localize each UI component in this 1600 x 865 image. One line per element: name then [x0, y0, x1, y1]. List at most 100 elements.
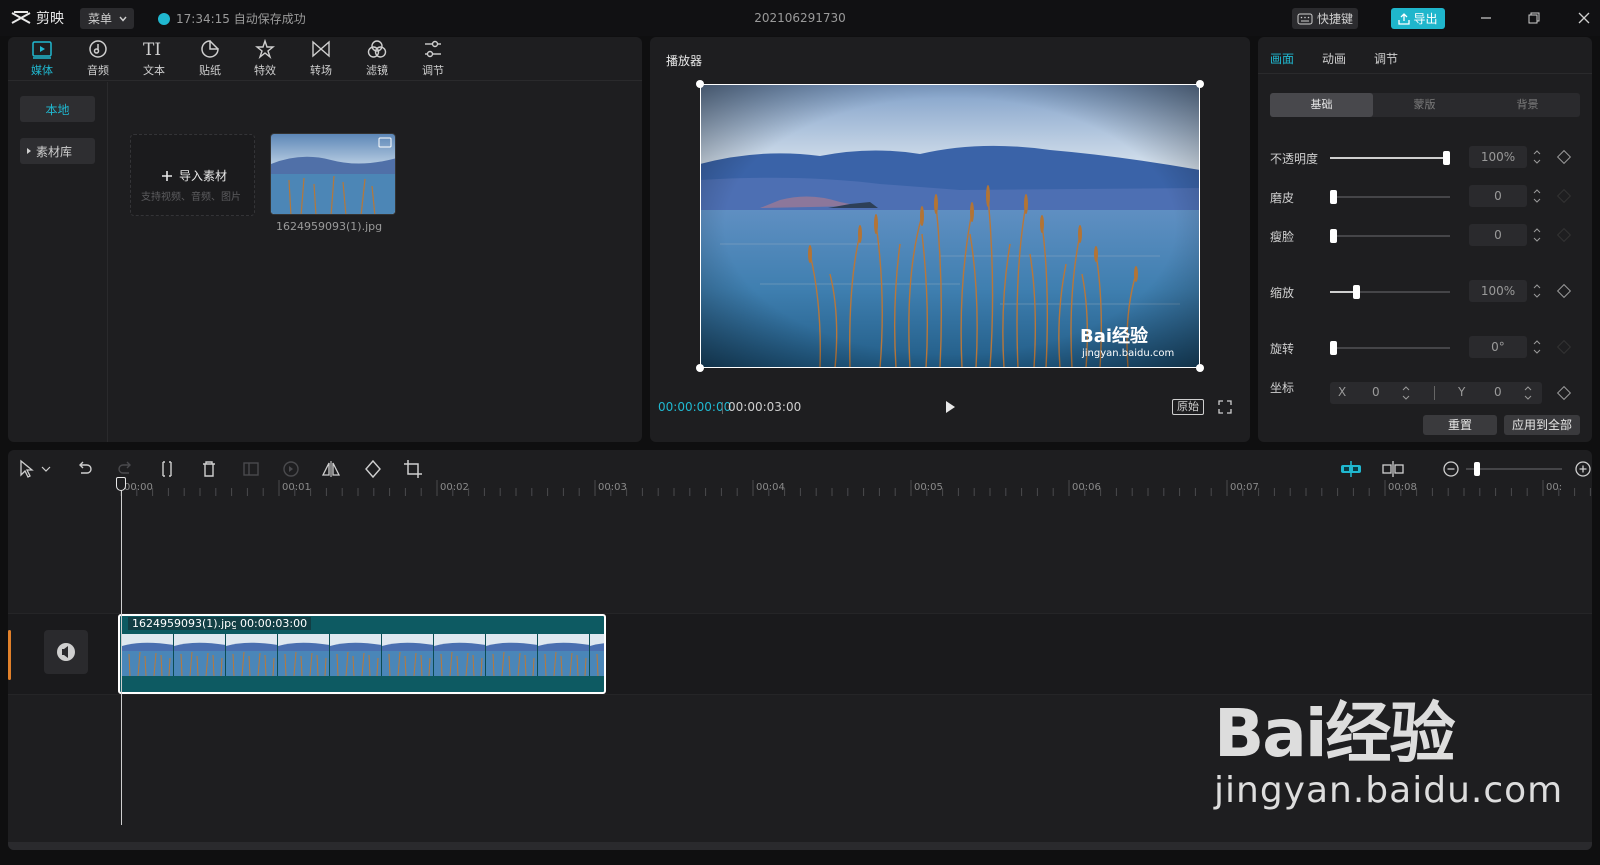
- keyboard-icon: [1297, 13, 1313, 25]
- tab-media[interactable]: 媒体: [19, 39, 65, 81]
- crop-icon[interactable]: [402, 458, 424, 480]
- rotate-slider[interactable]: [1330, 341, 1450, 355]
- svg-text:TI: TI: [143, 40, 161, 59]
- opacity-input[interactable]: 100%: [1469, 146, 1527, 168]
- resize-handle[interactable]: [1196, 364, 1204, 372]
- slider-knob[interactable]: [1443, 151, 1450, 165]
- resize-handle[interactable]: [696, 364, 704, 372]
- resize-handle[interactable]: [1196, 80, 1204, 88]
- keyframe-icon[interactable]: [1556, 149, 1572, 165]
- time-ruler[interactable]: [8, 480, 1592, 496]
- face-slim-slider[interactable]: [1330, 229, 1450, 243]
- scale-input[interactable]: 100%: [1469, 280, 1527, 302]
- chevron-down-icon[interactable]: [40, 458, 52, 480]
- stepper-icon[interactable]: [1531, 224, 1543, 246]
- media-thumbnail[interactable]: [270, 133, 396, 215]
- apply-all-button[interactable]: 应用到全部: [1504, 415, 1580, 435]
- import-media-box[interactable]: 导入素材 支持视频、音频、图片: [130, 134, 255, 216]
- tab-canvas[interactable]: 画面: [1270, 50, 1294, 67]
- video-clip[interactable]: 1624959093(1).jpg 00:00:03:00: [118, 614, 606, 694]
- zoom-out-icon[interactable]: [1440, 458, 1462, 480]
- export-button[interactable]: 导出: [1391, 8, 1445, 29]
- keyframe-icon[interactable]: [1556, 385, 1572, 401]
- watermark-brand: Bai经验: [1214, 695, 1455, 772]
- smooth-skin-slider[interactable]: [1330, 190, 1450, 204]
- tab-filter[interactable]: 滤镜: [354, 39, 400, 81]
- split-icon[interactable]: [156, 458, 178, 480]
- tab-animation[interactable]: 动画: [1322, 50, 1346, 67]
- timeline-scrollbar[interactable]: [8, 842, 1592, 850]
- snap-icon[interactable]: [1338, 458, 1364, 480]
- title-bar: 剪映 菜单 17:34:15 自动保存成功 202106291730 快捷键 导…: [0, 0, 1600, 36]
- zoom-slider[interactable]: [1466, 462, 1562, 476]
- zoom-in-icon[interactable]: [1572, 458, 1592, 480]
- clip-frame: [122, 634, 174, 676]
- stepper-icon[interactable]: [1531, 185, 1543, 207]
- segment-mask[interactable]: 蒙版: [1373, 93, 1476, 117]
- segment-control: 基础 蒙版 背景: [1270, 93, 1580, 117]
- opacity-slider[interactable]: [1330, 151, 1450, 165]
- zoom-slider-knob[interactable]: [1474, 462, 1480, 476]
- smooth-skin-input[interactable]: 0: [1469, 185, 1527, 207]
- local-button[interactable]: 本地: [20, 96, 95, 122]
- menu-label: 菜单: [88, 12, 113, 26]
- mirror-icon[interactable]: [320, 458, 342, 480]
- tab-effects[interactable]: 特效: [242, 39, 288, 81]
- export-icon: [1398, 12, 1411, 25]
- keyframe-icon[interactable]: [1556, 283, 1572, 299]
- menu-button[interactable]: 菜单: [80, 8, 134, 29]
- face-slim-input[interactable]: 0: [1469, 224, 1527, 246]
- tab-adjust[interactable]: 调节: [410, 39, 456, 81]
- rotate-input[interactable]: 0°: [1469, 336, 1527, 358]
- track-mute-button[interactable]: [44, 630, 88, 674]
- y-value[interactable]: 0: [1494, 385, 1502, 399]
- reset-button[interactable]: 重置: [1423, 415, 1497, 435]
- keyframe-icon: [1556, 339, 1572, 355]
- ratio-button[interactable]: 原始: [1172, 399, 1204, 415]
- slider-knob[interactable]: [1352, 285, 1360, 299]
- ruler-tick-label: 00:00: [124, 482, 153, 493]
- position-input[interactable]: X 0 Y 0: [1330, 382, 1542, 404]
- slider-knob[interactable]: [1330, 190, 1337, 204]
- play-icon[interactable]: [942, 399, 958, 415]
- stepper-icon[interactable]: [1531, 280, 1543, 302]
- linkage-icon[interactable]: [1380, 458, 1406, 480]
- close-icon[interactable]: [1574, 8, 1594, 28]
- select-tool-icon[interactable]: [16, 458, 38, 480]
- clip-frame: [434, 634, 486, 676]
- segment-basic[interactable]: 基础: [1270, 93, 1373, 117]
- tab-adjust-props[interactable]: 调节: [1374, 50, 1398, 67]
- slider-knob[interactable]: [1330, 229, 1337, 243]
- scale-slider[interactable]: [1330, 285, 1450, 299]
- resize-handle[interactable]: [696, 80, 704, 88]
- shortcut-label: 快捷键: [1316, 12, 1353, 26]
- y-stepper-icon[interactable]: [1522, 382, 1534, 404]
- stepper-icon[interactable]: [1531, 146, 1543, 168]
- segment-background[interactable]: 背景: [1476, 93, 1579, 117]
- minimize-icon[interactable]: [1476, 8, 1496, 28]
- playhead-handle[interactable]: [116, 477, 126, 491]
- tab-transition[interactable]: 转场: [298, 39, 344, 81]
- delete-icon[interactable]: [198, 458, 220, 480]
- undo-icon[interactable]: [74, 458, 96, 480]
- fullscreen-icon[interactable]: [1218, 400, 1232, 414]
- library-button[interactable]: 素材库: [20, 138, 95, 164]
- shortcut-button[interactable]: 快捷键: [1292, 8, 1358, 29]
- slider-knob[interactable]: [1330, 341, 1337, 355]
- video-preview[interactable]: Bai经验 jingyan.baidu.com: [700, 84, 1200, 368]
- clip-duration: 00:00:03:00: [236, 617, 312, 630]
- rotate-icon[interactable]: [362, 458, 384, 480]
- tab-text[interactable]: TI 文本: [131, 39, 177, 81]
- tab-sticker[interactable]: 贴纸: [187, 39, 233, 81]
- tab-label: 转场: [310, 64, 332, 77]
- x-stepper-icon[interactable]: [1400, 382, 1412, 404]
- tab-audio[interactable]: 音频: [75, 39, 121, 81]
- freeze-frame-icon[interactable]: [240, 458, 262, 480]
- media-panel: 媒体 音频 TI 文本 贴纸 特效 转场 滤镜 调节 本地 素材库 导入素材 支…: [8, 37, 642, 442]
- restore-icon[interactable]: [1524, 8, 1544, 28]
- tab-label: 贴纸: [199, 64, 221, 77]
- reverse-icon[interactable]: [280, 458, 302, 480]
- divider: [1258, 73, 1592, 74]
- x-value[interactable]: 0: [1372, 385, 1380, 399]
- stepper-icon[interactable]: [1531, 336, 1543, 358]
